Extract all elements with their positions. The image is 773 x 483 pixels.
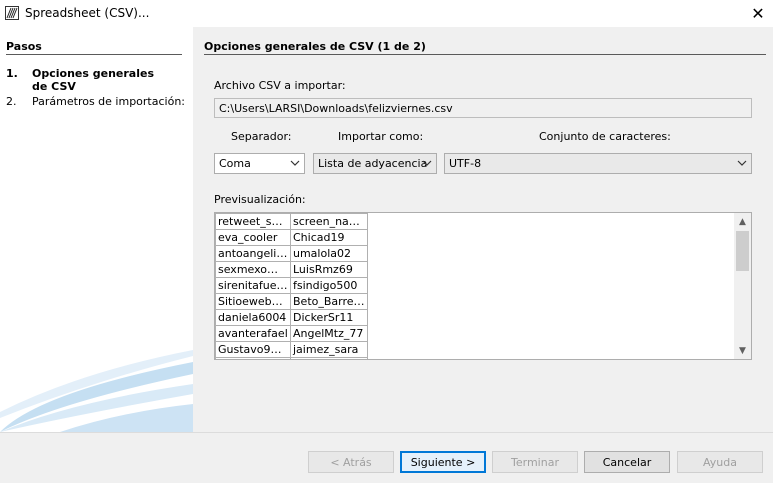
table-cell: antoangelic... xyxy=(215,245,291,262)
table-row: avanterafael AngelMtz_77 xyxy=(215,325,368,342)
separator-select[interactable]: Coma xyxy=(214,153,305,174)
table-cell: eva_cooler xyxy=(215,229,291,246)
next-button[interactable]: Siguiente > xyxy=(400,451,486,473)
table-row: sirenitafuentesfsindigo500 xyxy=(215,277,368,294)
table-row: retweet_scr... screen_name xyxy=(215,213,368,230)
table-row: Gustavo961... jaimez_sara xyxy=(215,341,368,358)
sidebar-divider xyxy=(6,54,182,55)
step-label: Parámetros de importación: xyxy=(32,95,185,108)
import-as-value: Lista de adyacencia xyxy=(318,157,428,170)
table-cell: umalola02 xyxy=(290,245,368,262)
table-row: lilly_moralesjaimez_sara xyxy=(215,357,368,359)
table-cell: DickerSr11 xyxy=(290,309,368,326)
step-label: Opciones generales de CSV xyxy=(32,67,154,93)
finish-button[interactable]: Terminar xyxy=(492,451,578,473)
chevron-down-icon xyxy=(737,160,747,166)
separator-label: Separador: xyxy=(231,130,292,143)
main-panel: Opciones generales de CSV (1 de 2) Archi… xyxy=(193,27,773,432)
window-title: Spreadsheet (CSV)... xyxy=(25,6,150,20)
scroll-thumb[interactable] xyxy=(736,231,749,271)
decorative-swoosh xyxy=(0,350,193,432)
table-cell: jaimez_sara xyxy=(290,357,368,359)
header-divider xyxy=(204,54,766,55)
table-row: antoangelic... umalola02 xyxy=(215,245,368,262)
charset-select[interactable]: UTF-8 xyxy=(444,153,752,174)
table-cell: retweet_scr... xyxy=(215,213,291,230)
step-number: 1. xyxy=(6,67,18,80)
table-row: eva_cooler Chicad19 xyxy=(215,229,368,246)
preview-table[interactable]: retweet_scr... screen_name eva_cooler Chic… xyxy=(214,212,752,360)
step-item-import-params[interactable]: 2. Parámetros de importación: xyxy=(6,95,185,108)
steps-sidebar: Pasos 1. Opciones generales de CSV 2. Pa… xyxy=(0,27,193,432)
scroll-down-icon[interactable]: ▼ xyxy=(734,342,751,359)
import-as-label: Importar como: xyxy=(338,130,424,143)
import-as-select[interactable]: Lista de adyacencia xyxy=(313,153,437,174)
table-cell: Beto_Barrer... xyxy=(290,293,368,310)
preview-label: Previsualización: xyxy=(214,193,306,206)
table-cell: screen_name xyxy=(290,213,368,230)
table-cell: SitioewebSEB xyxy=(215,293,291,310)
scroll-up-icon[interactable]: ▲ xyxy=(734,213,751,230)
back-button[interactable]: < Atrás xyxy=(308,451,394,473)
dialog-footer: < Atrás Siguiente > Terminar Cancelar Ay… xyxy=(0,432,773,483)
chevron-down-icon xyxy=(290,160,300,166)
title-bar: Spreadsheet (CSV)... ✕ xyxy=(0,0,773,27)
table-cell: sirenitafuentes xyxy=(215,277,291,294)
vertical-scrollbar[interactable]: ▲ ▼ xyxy=(734,213,751,359)
separator-value: Coma xyxy=(219,157,251,170)
charset-value: UTF-8 xyxy=(449,157,482,170)
cancel-button[interactable]: Cancelar xyxy=(584,451,670,473)
table-cell: fsindigo500 xyxy=(290,277,368,294)
file-path-field[interactable]: C:\Users\LARSI\Downloads\felizviernes.cs… xyxy=(214,98,752,118)
chevron-down-icon xyxy=(422,160,432,166)
table-row: SitioewebSEB Beto_Barrer... xyxy=(215,293,368,310)
help-button[interactable]: Ayuda xyxy=(677,451,763,473)
charset-label: Conjunto de caracteres: xyxy=(539,130,671,143)
table-cell: avanterafael xyxy=(215,325,291,342)
table-cell: LuisRmz69 xyxy=(290,261,368,278)
table-cell: daniela6004 xyxy=(215,309,291,326)
close-icon[interactable]: ✕ xyxy=(743,0,773,27)
table-cell: AngelMtz_77 xyxy=(290,325,368,342)
table-cell: sexmexofficial xyxy=(215,261,291,278)
page-title: Opciones generales de CSV (1 de 2) xyxy=(204,40,426,53)
table-row: daniela6004 DickerSr11 xyxy=(215,309,368,326)
step-item-general-options[interactable]: 1. Opciones generales de CSV xyxy=(6,67,172,93)
table-cell: Gustavo961... xyxy=(215,341,291,358)
app-icon xyxy=(5,6,19,20)
table-cell: jaimez_sara xyxy=(290,341,368,358)
table-cell: Chicad19 xyxy=(290,229,368,246)
table-cell: lilly_morales xyxy=(215,357,291,359)
sidebar-header: Pasos xyxy=(6,40,42,53)
table-row: sexmexofficial LuisRmz69 xyxy=(215,261,368,278)
file-label: Archivo CSV a importar: xyxy=(214,79,346,92)
step-number: 2. xyxy=(6,95,17,108)
